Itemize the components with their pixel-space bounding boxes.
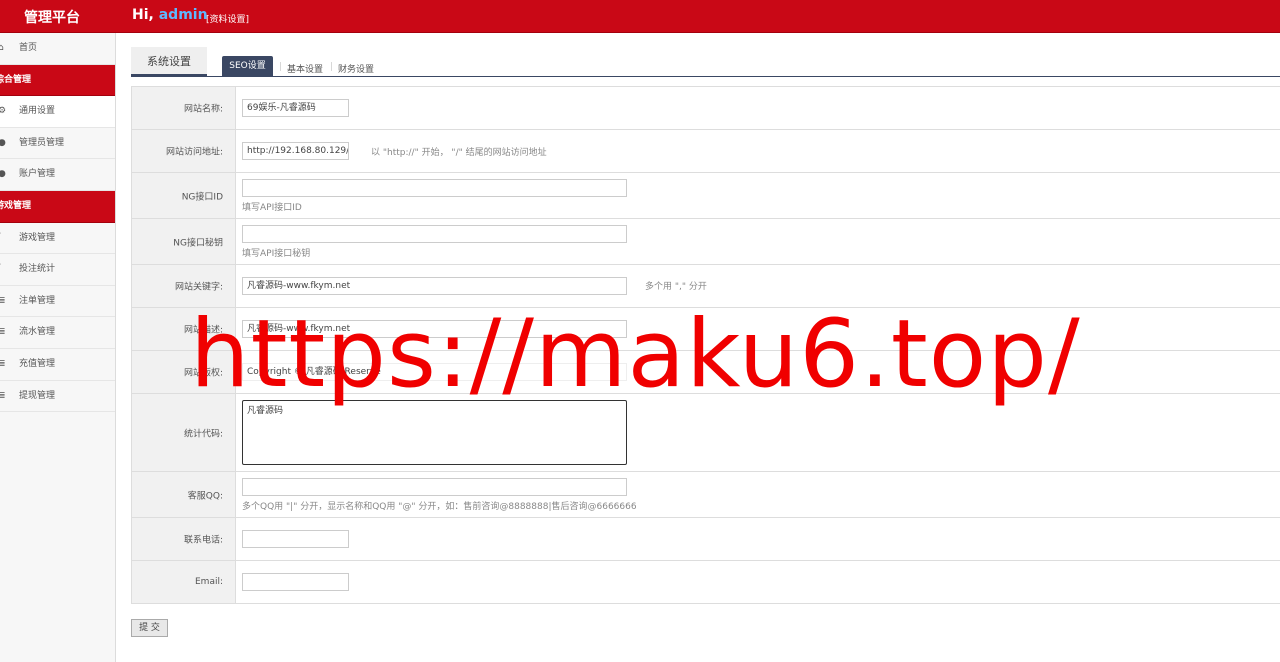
users-icon: ● <box>0 137 6 148</box>
user-icon: ● <box>0 169 6 180</box>
field-label: Email: <box>132 561 236 603</box>
sidebar-item-recharge[interactable]: ≣ 充值管理 <box>0 349 115 381</box>
field-label: 网站名称: <box>132 87 236 129</box>
sidebar-item-label: 管理员管理 <box>19 137 65 148</box>
site-url-input[interactable]: http://192.168.80.129/ <box>242 142 349 160</box>
phone-input[interactable] <box>242 530 349 548</box>
greeting: Hi, admin <box>132 7 208 23</box>
ng-id-input[interactable] <box>242 179 627 197</box>
settings-form: 网站名称: 69娱乐-凡睿源码 网站访问地址: http://192.168.8… <box>131 86 1280 604</box>
row-keywords: 网站关键字: 凡睿源码-www.fkym.net 多个用 "," 分开 <box>132 265 1280 308</box>
tab-separator: | <box>330 62 334 72</box>
row-site-url: 网站访问地址: http://192.168.80.129/ 以 "http:/… <box>132 130 1280 173</box>
field-label: 网站版权: <box>132 351 236 393</box>
tab-separator: | <box>279 62 283 72</box>
home-icon: ⌂ <box>0 43 4 53</box>
keywords-input[interactable]: 凡睿源码-www.fkym.net <box>242 277 627 295</box>
username-link[interactable]: admin <box>159 7 208 23</box>
sidebar-item-admins[interactable]: ● 管理员管理 <box>0 128 115 160</box>
email-input[interactable] <box>242 573 349 591</box>
qq-input[interactable] <box>242 478 627 496</box>
row-email: Email: <box>132 561 1280 604</box>
description-input[interactable]: 凡睿源码-www.fkym.net <box>242 320 627 338</box>
tab-finance[interactable]: 财务设置 <box>338 62 374 75</box>
qq-hint: 多个QQ用 "|" 分开，显示名称和QQ用 "@" 分开，如：售前咨询@8888… <box>242 502 637 512</box>
row-phone: 联系电话: <box>132 518 1280 561</box>
sidebar-item-bet-stats[interactable]: ǐ 投注统计 <box>0 254 115 286</box>
app-logo: 管理平台 <box>24 10 80 26</box>
row-description: 网站描述: 凡睿源码-www.fkym.net <box>132 308 1280 351</box>
stats-code-textarea[interactable]: 凡睿源码 <box>242 400 627 465</box>
row-qq: 客服QQ: 多个QQ用 "|" 分开，显示名称和QQ用 "@" 分开，如：售前咨… <box>132 472 1280 518</box>
row-stats-code: 统计代码: 凡睿源码 <box>132 394 1280 472</box>
keywords-hint: 多个用 "," 分开 <box>645 282 707 292</box>
row-ng-secret: NG接口秘钥 填写API接口秘钥 <box>132 219 1280 265</box>
sidebar-item-flow[interactable]: ≣ 流水管理 <box>0 317 115 349</box>
sidebar-item-label: 游戏管理 <box>19 232 56 243</box>
sidebar-item-games[interactable]: ǐ 游戏管理 <box>0 223 115 255</box>
tab-divider <box>131 76 1280 77</box>
row-copyright: 网站版权: Copyright © 凡睿源码 Reserve <box>132 351 1280 394</box>
submit-button[interactable]: 提 交 <box>131 619 168 637</box>
bulb-icon: ǐ <box>0 265 7 274</box>
row-site-name: 网站名称: 69娱乐-凡睿源码 <box>132 87 1280 130</box>
sidebar-item-orders[interactable]: ≣ 注单管理 <box>0 286 115 318</box>
sidebar-item-accounts[interactable]: ● 账户管理 <box>0 159 115 191</box>
tab-seo[interactable]: SEO设置 <box>222 56 273 76</box>
sidebar-item-label: 流水管理 <box>19 327 56 338</box>
sidebar-item-label: 通用设置 <box>19 106 56 117</box>
field-label: 网站描述: <box>132 308 236 350</box>
field-label: NG接口ID <box>132 173 236 218</box>
sidebar-item-label: 首页 <box>19 43 38 53</box>
sidebar-item-label: 充值管理 <box>19 358 56 369</box>
sidebar-item-home[interactable]: ⌂ 首页 <box>0 33 115 65</box>
field-label: 客服QQ: <box>132 472 236 517</box>
list-icon: ≣ <box>0 390 6 401</box>
site-name-input[interactable]: 69娱乐-凡睿源码 <box>242 99 349 117</box>
tab-basic[interactable]: 基本设置 <box>287 62 323 75</box>
field-label: 联系电话: <box>132 518 236 560</box>
bulb-icon: ǐ <box>0 233 7 243</box>
sidebar-item-label: 注单管理 <box>19 295 56 306</box>
profile-settings-link[interactable]: [资料设置] <box>206 12 249 25</box>
field-label: NG接口秘钥 <box>132 219 236 264</box>
tab-system-settings[interactable]: 系统设置 <box>131 47 207 76</box>
sidebar-item-withdraw[interactable]: ≣ 提现管理 <box>0 381 115 413</box>
gear-icon: ⚙ <box>0 106 7 117</box>
sidebar-item-label: 投注统计 <box>19 264 56 275</box>
list-icon: ≣ <box>0 295 6 306</box>
row-ng-id: NG接口ID 填写API接口ID <box>132 173 1280 219</box>
greeting-prefix: Hi, <box>132 7 154 23</box>
sidebar-item-label: 提现管理 <box>19 390 56 401</box>
list-icon: ≣ <box>0 327 6 338</box>
top-bar: 管理平台 Hi, admin [资料设置] <box>0 0 1280 33</box>
ng-id-hint: 填写API接口ID <box>242 203 302 213</box>
field-label: 网站访问地址: <box>132 130 236 172</box>
sidebar-item-general-settings[interactable]: ⚙ 通用设置 <box>0 96 115 128</box>
ng-secret-hint: 填写API接口秘钥 <box>242 249 311 259</box>
field-label: 统计代码: <box>132 394 236 471</box>
ng-secret-input[interactable] <box>242 225 627 243</box>
site-url-hint: 以 "http://" 开始， "/" 结尾的网站访问地址 <box>371 148 547 158</box>
list-icon: ≣ <box>0 358 6 369</box>
copyright-input[interactable]: Copyright © 凡睿源码 Reserve <box>242 363 627 381</box>
sidebar: ⌂ 首页 综合管理 ⚙ 通用设置 ● 管理员管理 ● 账户管理 游戏管理 ǐ 游… <box>0 33 116 662</box>
field-label: 网站关键字: <box>132 265 236 307</box>
sidebar-group-games[interactable]: 游戏管理 <box>0 190 115 223</box>
sidebar-item-label: 账户管理 <box>19 169 56 180</box>
sidebar-group-general[interactable]: 综合管理 <box>0 64 115 97</box>
